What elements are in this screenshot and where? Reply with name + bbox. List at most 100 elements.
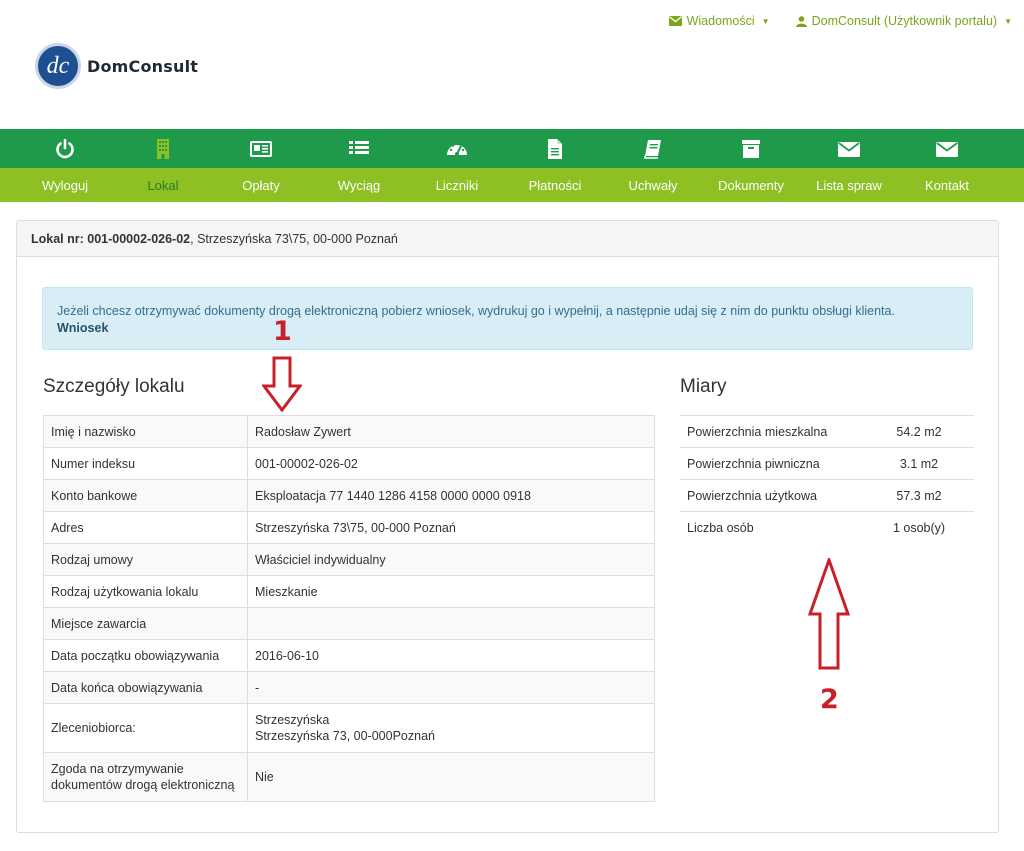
detail-value (247, 607, 655, 640)
nav-icon-platnosci[interactable] (506, 129, 604, 168)
detail-label: Numer indeksu (43, 447, 248, 480)
nav-icon-lista-spraw[interactable] (800, 129, 898, 168)
detail-value: Eksploatacja 77 1440 1286 4158 0000 0000… (247, 479, 655, 512)
table-row: Powierzchnia użytkowa 57.3 m2 (680, 479, 974, 512)
detail-label: Imię i nazwisko (43, 415, 248, 448)
nav-label-row: Wyloguj Lokal Opłaty Wyciąg Liczniki Pła… (0, 168, 1024, 202)
top-user-bar: Wiadomości ▼ DomConsult (Użytkownik port… (668, 14, 1012, 28)
document-icon (548, 138, 562, 159)
unit-panel: Lokal nr: 001-00002-026-02, Strzeszyńska… (16, 220, 999, 833)
table-row: Adres Strzeszyńska 73\75, 00-000 Poznań (43, 511, 655, 544)
request-form-link[interactable]: Wniosek (57, 320, 958, 337)
measure-value: 1 osob(y) (864, 511, 974, 544)
table-row: Numer indeksu 001-00002-026-02 (43, 447, 655, 480)
nav-item-wyloguj[interactable]: Wyloguj (16, 168, 114, 202)
measure-value: 54.2 m2 (864, 415, 974, 448)
annotation-number-1: 1 (273, 316, 292, 347)
nav-icon-uchwaly[interactable] (604, 129, 702, 168)
table-row: Powierzchnia mieszkalna 54.2 m2 (680, 415, 974, 448)
detail-value: Mieszkanie (247, 575, 655, 608)
nav-item-liczniki[interactable]: Liczniki (408, 168, 506, 202)
nav-item-lista-spraw[interactable]: Lista spraw (800, 168, 898, 202)
measure-value: 3.1 m2 (864, 447, 974, 480)
annotation-number-2: 2 (820, 684, 839, 715)
table-row: Powierzchnia piwniczna 3.1 m2 (680, 447, 974, 480)
envelope-icon (936, 141, 958, 157)
table-row: Imię i nazwisko Radosław Zywert (43, 415, 655, 448)
messages-menu[interactable]: Wiadomości ▼ (668, 14, 770, 28)
detail-label: Data końca obowiązywania (43, 671, 248, 704)
nav-icon-liczniki[interactable] (408, 129, 506, 168)
consent-label-line2: dokumentów drogą elektroniczną (51, 778, 235, 792)
arrow-up-icon (808, 558, 850, 670)
detail-label: Zleceniobiorca: (43, 703, 248, 753)
envelope-icon (668, 16, 682, 26)
detail-value: Radosław Zywert (247, 415, 655, 448)
nav-item-uchwaly[interactable]: Uchwały (604, 168, 702, 202)
caret-down-icon: ▼ (761, 16, 770, 26)
measure-label: Liczba osób (680, 511, 864, 544)
table-row: Zleceniobiorca: Strzeszyńska Strzeszyńska … (43, 703, 655, 753)
nav-item-dokumenty[interactable]: Dokumenty (702, 168, 800, 202)
table-row: Konto bankowe Eksploatacja 77 1440 1286 4… (43, 479, 655, 512)
nav-icon-wyloguj[interactable] (16, 129, 114, 168)
nav-item-kontakt[interactable]: Kontakt (898, 168, 996, 202)
nav-icon-row (0, 129, 1024, 168)
nav-item-platnosci[interactable]: Płatności (506, 168, 604, 202)
contractor-address: Strzeszyńska 73, 00-000Poznań (255, 729, 435, 743)
user-icon (795, 15, 807, 27)
user-menu[interactable]: DomConsult (Użytkownik portalu) ▼ (795, 14, 1012, 28)
table-row: Data końca obowiązywania - (43, 671, 655, 704)
detail-value: 001-00002-026-02 (247, 447, 655, 480)
detail-label: Rodzaj umowy (43, 543, 248, 576)
nav-icon-wyciag[interactable] (310, 129, 408, 168)
nav-item-oplaty[interactable]: Opłaty (212, 168, 310, 202)
nav-icon-kontakt[interactable] (898, 129, 996, 168)
detail-value: - (247, 671, 655, 704)
user-label: DomConsult (Użytkownik portalu) (811, 14, 998, 28)
consent-label-line1: Zgoda na otrzymywanie (51, 762, 184, 776)
info-alert: Jeżeli chcesz otrzymywać dokumenty drogą… (42, 287, 973, 350)
panel-heading: Lokal nr: 001-00002-026-02, Strzeszyńska… (17, 221, 998, 257)
measures-title: Miary (680, 376, 727, 397)
measure-label: Powierzchnia mieszkalna (680, 415, 864, 448)
dashboard-icon (447, 141, 467, 156)
logo-text: DomConsult (87, 56, 199, 76)
detail-label: Adres (43, 511, 248, 544)
alert-text: Jeżeli chcesz otrzymywać dokumenty drogą… (57, 304, 895, 318)
logo[interactable]: dc DomConsult (35, 43, 198, 89)
building-icon (157, 138, 169, 159)
measures-table: Powierzchnia mieszkalna 54.2 m2 Powierzch… (680, 415, 974, 544)
table-row: Rodzaj umowy Właściciel indywidualny (43, 543, 655, 576)
detail-label: Konto bankowe (43, 479, 248, 512)
details-table: Imię i nazwisko Radosław Zywert Numer ind… (43, 415, 655, 802)
detail-value: Właściciel indywidualny (247, 543, 655, 576)
nav-icon-dokumenty[interactable] (702, 129, 800, 168)
detail-label: Rodzaj użytkowania lokalu (43, 575, 248, 608)
table-row: Miejsce zawarcia (43, 607, 655, 640)
caret-down-icon: ▼ (1004, 16, 1012, 26)
logo-mark-icon: dc (35, 43, 81, 89)
detail-label: Miejsce zawarcia (43, 607, 248, 640)
table-row: Rodzaj użytkowania lokalu Mieszkanie (43, 575, 655, 608)
nav-item-wyciag[interactable]: Wyciąg (310, 168, 408, 202)
messages-label: Wiadomości (686, 14, 755, 28)
book-icon (644, 139, 661, 159)
measure-label: Powierzchnia piwniczna (680, 447, 864, 480)
main-navigation: Wyloguj Lokal Opłaty Wyciąg Liczniki Pła… (0, 129, 1024, 202)
nav-item-lokal[interactable]: Lokal (114, 168, 212, 202)
newspaper-icon (250, 140, 272, 157)
table-row: Zgoda na otrzymywanie dokumentów drogą el… (43, 752, 655, 802)
table-row: Data początku obowiązywania 2016-06-10 (43, 639, 655, 672)
detail-value: Strzeszyńska 73\75, 00-000 Poznań (247, 511, 655, 544)
table-row: Liczba osób 1 osob(y) (680, 511, 974, 544)
arrow-down-icon (262, 356, 302, 412)
measure-label: Powierzchnia użytkowa (680, 479, 864, 512)
nav-icon-lokal[interactable] (114, 129, 212, 168)
archive-icon (742, 139, 760, 158)
nav-icon-oplaty[interactable] (212, 129, 310, 168)
contractor-name: Strzeszyńska (255, 713, 330, 727)
details-title: Szczegóły lokalu (43, 376, 185, 397)
detail-label: Zgoda na otrzymywanie dokumentów drogą el… (43, 752, 248, 802)
detail-value: 2016-06-10 (247, 639, 655, 672)
